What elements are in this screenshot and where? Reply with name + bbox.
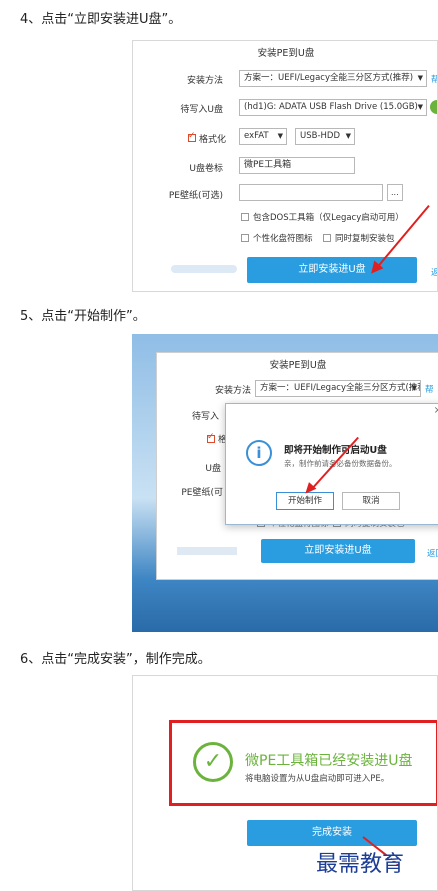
format-label: 格式化 xyxy=(199,135,227,145)
method-label: 安装方法 xyxy=(186,76,223,86)
cancel-button[interactable]: 取消 xyxy=(342,492,400,510)
return-link[interactable]: 返 xyxy=(431,266,437,278)
volume-input[interactable]: 微PE工具箱 xyxy=(239,157,355,174)
copy-option-label: 同时复制安装包 xyxy=(335,234,395,244)
boot-mode-value: USB-HDD xyxy=(300,131,340,141)
done-subtitle: 将电脑设置为从U盘启动即可进入PE。 xyxy=(245,774,390,784)
window-title: 安装PE到U盘 xyxy=(257,48,315,59)
method-label: 安装方法 xyxy=(214,386,251,396)
volume-label: U盘卷标 xyxy=(189,164,223,174)
step5-caption: 5、点击“开始制作”。 xyxy=(20,309,146,324)
target-drive-value: (hd1)G: ADATA USB Flash Drive (15.0GB) xyxy=(244,102,418,112)
step6-caption: 6、点击“完成安装”，制作完成。 xyxy=(20,652,211,667)
step4-installer-window: 安装PE到U盘 安装方法 方案一：UEFI/Legacy全能三分区方式(推荐) … xyxy=(132,40,438,292)
chevron-down-icon: ▼ xyxy=(417,74,423,82)
return-link[interactable]: 返回 xyxy=(427,547,438,559)
browse-button[interactable]: ... xyxy=(387,184,403,201)
window-title: 安装PE到U盘 xyxy=(269,360,327,371)
wallpaper-input[interactable] xyxy=(239,184,383,201)
watermark: 最需教育 xyxy=(316,852,405,877)
target-drive-select[interactable]: (hd1)G: ADATA USB Flash Drive (15.0GB) ▼ xyxy=(239,99,427,116)
format-checkbox[interactable] xyxy=(207,432,215,443)
help-link[interactable]: 帮 xyxy=(425,383,434,395)
filesystem-value: exFAT xyxy=(244,131,269,141)
chevron-down-icon: ▼ xyxy=(411,384,417,392)
step5-desktop-screenshot: 安装PE到U盘 安装方法 方案一：UEFI/Legacy全能三分区方式(推荐) … xyxy=(132,334,438,632)
refresh-icon[interactable] xyxy=(430,100,437,114)
help-link[interactable]: 帮 xyxy=(431,73,437,85)
dialog-title: 即将开始制作可启动U盘 xyxy=(284,445,387,456)
install-button[interactable]: 立即安装进U盘 xyxy=(261,539,415,563)
boot-mode-select[interactable]: USB-HDD ▼ xyxy=(295,128,355,145)
filesystem-select[interactable]: exFAT ▼ xyxy=(239,128,287,145)
wallpaper-label: PE壁纸(可选) xyxy=(168,191,223,201)
target-label: 待写入 xyxy=(191,412,219,422)
step5-installer-window: 安装PE到U盘 安装方法 方案一：UEFI/Legacy全能三分区方式(推荐) … xyxy=(156,352,438,580)
method-value: 方案一：UEFI/Legacy全能三分区方式(推荐) xyxy=(244,73,414,83)
chevron-down-icon: ▼ xyxy=(277,132,283,140)
volume-label: U盘 xyxy=(205,464,221,474)
dos-checkbox[interactable] xyxy=(241,213,249,221)
method-select[interactable]: 方案一：UEFI/Legacy全能三分区方式(推荐) ▼ xyxy=(255,380,421,397)
close-icon[interactable]: × xyxy=(434,405,438,416)
install-button[interactable]: 立即安装进U盘 xyxy=(247,257,417,283)
chevron-down-icon: ▼ xyxy=(345,132,351,140)
format-checkbox[interactable] xyxy=(188,131,196,142)
start-button[interactable]: 开始制作 xyxy=(276,492,334,510)
icon-option-label: 个性化盘符图标 xyxy=(253,234,313,244)
copy-checkbox[interactable] xyxy=(323,234,331,242)
finish-button[interactable]: 完成安装 xyxy=(247,820,417,846)
done-title: 微PE工具箱已经安装进U盘 xyxy=(245,753,413,769)
target-label: 待写入U盘 xyxy=(180,105,223,115)
method-value: 方案一：UEFI/Legacy全能三分区方式(推荐) xyxy=(260,383,421,393)
step4-caption: 4、点击“立即安装进U盘”。 xyxy=(20,12,182,27)
dos-option-label: 包含DOS工具箱（仅Legacy启动可用） xyxy=(253,213,404,223)
dialog-message: 亲，制作前请务必备份数据备份。 xyxy=(284,459,397,468)
confirm-dialog: × i 即将开始制作可启动U盘 亲，制作前请务必备份数据备份。 开始制作 取消 xyxy=(225,403,438,525)
progress-placeholder xyxy=(171,265,237,273)
chevron-down-icon: ▼ xyxy=(417,103,423,111)
check-circle-icon: ✓ xyxy=(193,742,233,782)
info-icon: i xyxy=(246,440,272,466)
progress-placeholder xyxy=(177,547,237,555)
method-select[interactable]: 方案一：UEFI/Legacy全能三分区方式(推荐) ▼ xyxy=(239,70,427,87)
wallpaper-label: PE壁纸(可 xyxy=(181,488,223,498)
icon-checkbox[interactable] xyxy=(241,234,249,242)
